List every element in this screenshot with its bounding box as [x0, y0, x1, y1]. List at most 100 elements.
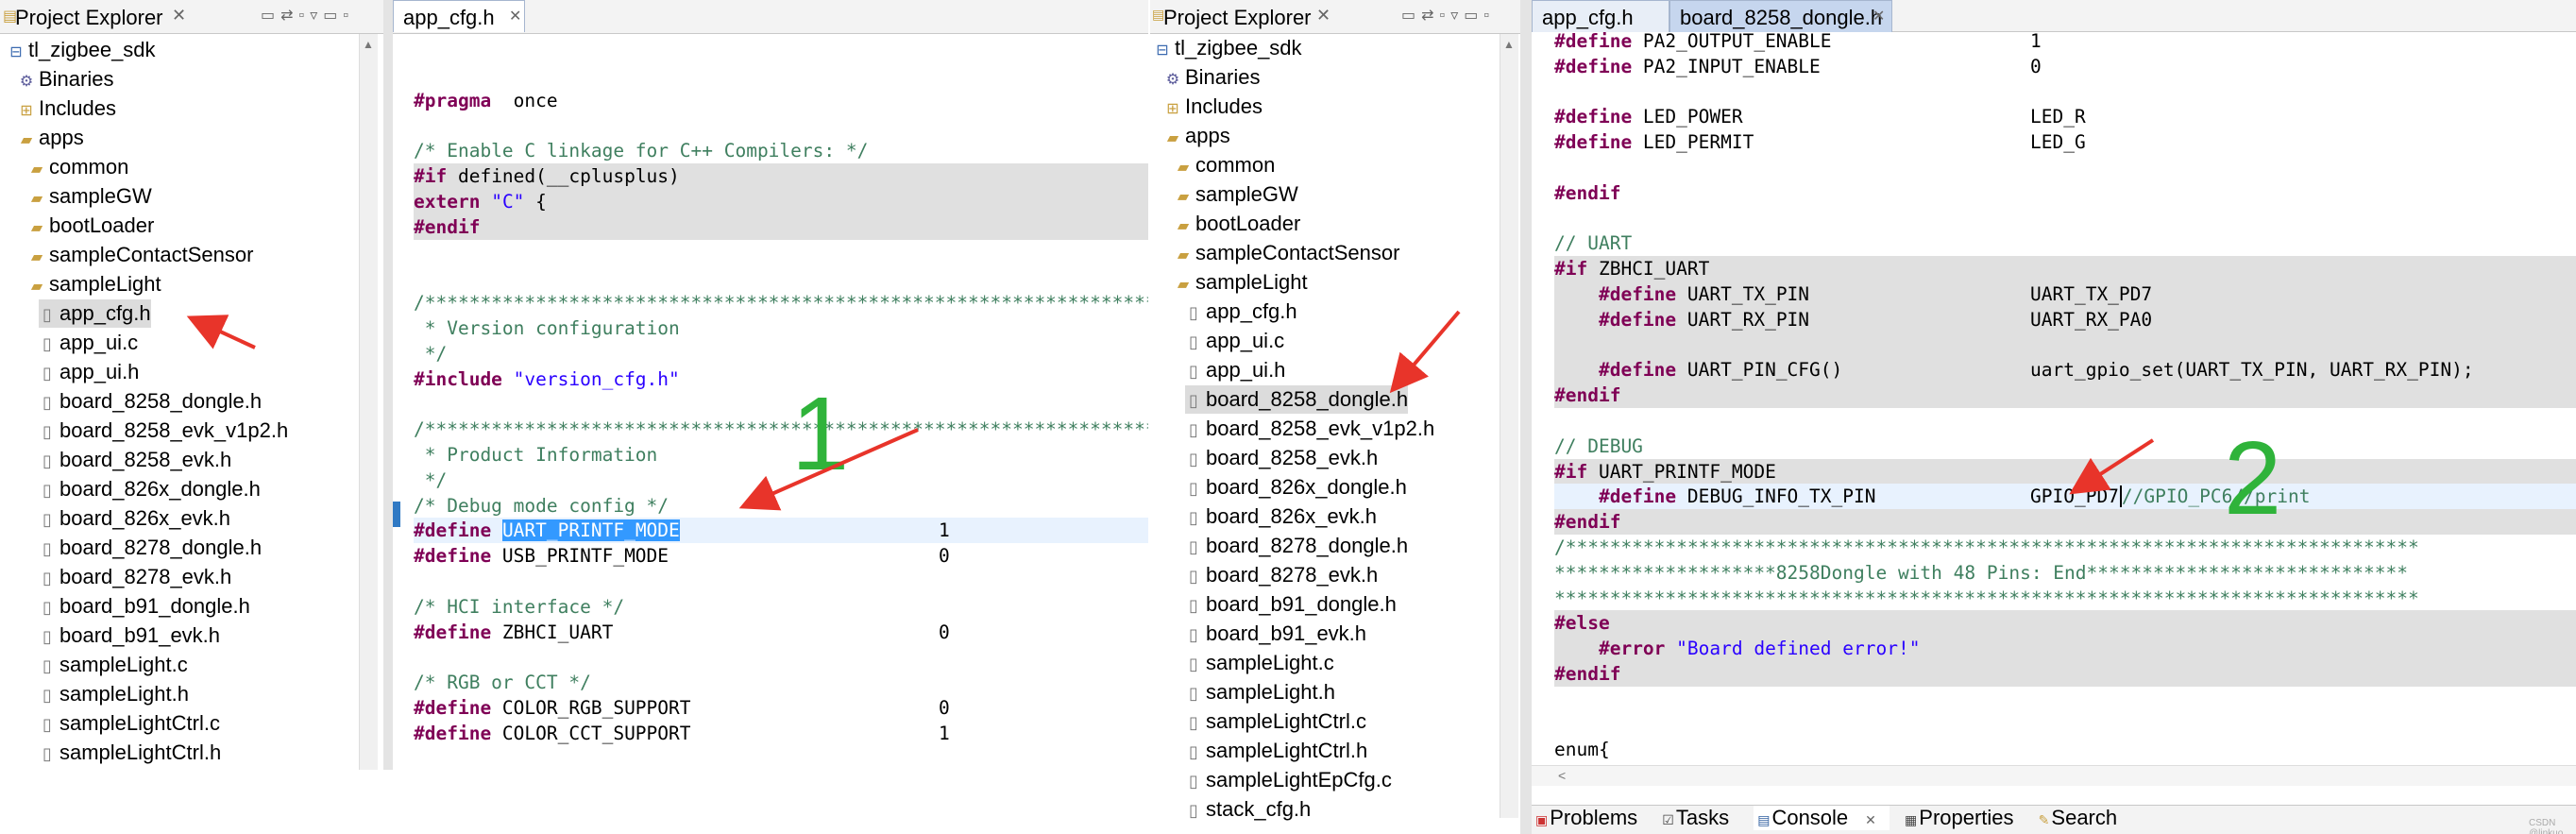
right-editor-tab-board-8258-dongle[interactable]: board_8258_dongle.h ✕: [1669, 0, 1892, 32]
tree-item[interactable]: ▯ board_8258_dongle.h: [1185, 385, 1409, 414]
tree-item[interactable]: ▯ sampleLight.h: [1185, 678, 1335, 706]
tree-item[interactable]: ▯ board_8278_evk.h: [39, 563, 231, 591]
tree-item[interactable]: ⚙ Binaries: [18, 65, 114, 94]
tree-item[interactable]: ▯ app_ui.h: [1185, 356, 1285, 384]
code-keyword: #endif: [414, 215, 481, 238]
tree-item[interactable]: ▰ apps: [1164, 122, 1230, 150]
scroll-left-icon[interactable]: <: [1558, 768, 1566, 783]
tree-item[interactable]: ▯ sampleLightEpCfg.c: [1185, 766, 1392, 794]
tree-item[interactable]: ▯ board_826x_evk.h: [39, 504, 230, 533]
tree-item[interactable]: ▯ board_8278_evk.h: [1185, 561, 1378, 589]
bottom-tab-properties[interactable]: ▦Properties: [1905, 806, 2024, 830]
tree-item[interactable]: ▰ sampleGW: [28, 182, 152, 211]
tree-item[interactable]: ▯ board_8258_evk_v1p2.h: [39, 417, 288, 445]
tree-item[interactable]: ▯ app_ui.h: [39, 358, 139, 386]
tree-item[interactable]: ▯ board_b91_evk.h: [39, 621, 220, 650]
header-file-icon: ▯: [42, 715, 52, 734]
code-line: #pragma once: [414, 88, 1148, 113]
close-icon[interactable]: ✕: [1873, 7, 1885, 26]
tree-item[interactable]: ▰ common: [1175, 151, 1276, 179]
bottom-tab-console[interactable]: ▤Console ✕: [1754, 806, 1890, 830]
tree-item[interactable]: ▯ board_8278_dongle.h: [1185, 532, 1408, 560]
right-code-editor[interactable]: #define PA2_OUTPUT_ENABLE 1 #define PA2_IN…: [1554, 28, 2576, 760]
tree-item[interactable]: ▯ board_826x_evk.h: [1185, 502, 1377, 531]
tree-item[interactable]: ▯ app_ui.c: [1185, 327, 1284, 355]
code-text: COLOR_RGB_SUPPORT: [491, 697, 691, 719]
tree-item[interactable]: ▯ board_826x_dongle.h: [1185, 473, 1407, 502]
scroll-up-icon[interactable]: ▲: [1503, 38, 1515, 51]
header-file-icon: ▯: [42, 744, 52, 763]
header-file-icon: ▯: [1189, 684, 1198, 703]
right-editor-tab-app-cfg[interactable]: app_cfg.h: [1532, 0, 1669, 32]
tree-item[interactable]: ▯ board_8258_evk.h: [1185, 444, 1378, 472]
tree-item[interactable]: ▯ sampleLightCtrl.h: [39, 739, 221, 767]
tree-item[interactable]: ▰ bootLoader: [28, 212, 154, 240]
tree-item[interactable]: ▯ sampleLight.c: [39, 651, 188, 679]
left-tree-scrollbar[interactable]: ▲: [359, 34, 378, 770]
tree-item[interactable]: ▯ stack_cfg.h: [1185, 795, 1311, 824]
tree-item[interactable]: ▯ board_8258_evk.h: [39, 446, 231, 474]
tree-item[interactable]: ⊞ Includes: [1164, 93, 1263, 121]
tree-item[interactable]: ▰ apps: [18, 124, 84, 152]
left-project-explorer-tab[interactable]: ▤ Project Explorer ✕ ▭⇄▫▿▭▫: [0, 0, 391, 34]
code-line: /* RGB or CCT */: [414, 670, 1148, 695]
tree-item[interactable]: ▯ sampleLightCtrl.c: [1185, 707, 1366, 736]
tree-item[interactable]: ▯ app_cfg.h: [1185, 298, 1297, 326]
tree-item[interactable]: ▯ board_8258_evk_v1p2.h: [1185, 415, 1434, 443]
tree-item[interactable]: ▯ sampleLightCtrl.h: [1185, 737, 1367, 765]
tree-item[interactable]: ▰ sampleContactSensor: [28, 241, 254, 269]
tree-item[interactable]: ▯ board_b91_evk.h: [1185, 620, 1366, 648]
bottom-tab-tasks[interactable]: ☑Tasks: [1662, 806, 1738, 830]
code-text: GPIO_PD7: [2030, 485, 2119, 508]
tree-item[interactable]: ▰ common: [28, 153, 129, 181]
tree-item[interactable]: ▯ sampleLight.h: [39, 680, 189, 708]
bottom-tab-search[interactable]: ✎Search: [2039, 806, 2127, 830]
tree-item[interactable]: ▯ board_8258_dongle.h: [39, 387, 262, 416]
tree-item[interactable]: ▰ sampleLight: [1175, 268, 1308, 297]
code-comment: /* RGB or CCT */: [414, 672, 591, 694]
code-text: UART_PIN_CFG(): [1676, 359, 1843, 382]
tree-item[interactable]: ▰ sampleContactSensor: [1175, 239, 1400, 267]
header-file-icon: ▯: [1189, 713, 1198, 732]
close-icon[interactable]: ✕: [509, 7, 521, 26]
code-keyword: #else: [1554, 612, 1610, 635]
tree-item[interactable]: ▯ sampleLight.c: [1185, 649, 1334, 677]
tree-item[interactable]: ⊞ Includes: [18, 94, 116, 123]
left-editor-gutter: [393, 34, 414, 770]
tree-item[interactable]: ▯ sampleLightCtrl.c: [39, 709, 220, 738]
tree-item-label: board_b91_evk.h: [1206, 621, 1367, 645]
tree-item[interactable]: ⊟ tl_zigbee_sdk: [1154, 34, 1301, 62]
includes-icon: ⊞: [1166, 101, 1179, 117]
tree-item[interactable]: ▰ sampleLight: [28, 270, 161, 298]
close-icon[interactable]: ✕: [1316, 6, 1330, 26]
tree-item[interactable]: ▰ sampleGW: [1175, 180, 1298, 209]
right-project-explorer-tab[interactable]: ▤ Project Explorer ✕ ▭⇄▫▿▭▫: [1150, 0, 1526, 34]
tree-item[interactable]: ▯ board_b91_dongle.h: [39, 592, 250, 621]
tree-item[interactable]: ⊟ tl_zigbee_sdk: [8, 36, 155, 64]
left-code-editor[interactable]: #pragma once /* Enable C linkage for C++ …: [414, 62, 1148, 770]
tree-item[interactable]: ▯ board_b91_dongle.h: [1185, 590, 1397, 619]
right-tree-scrollbar[interactable]: ▲: [1500, 34, 1518, 818]
tree-item[interactable]: ▯ board_8278_dongle.h: [39, 534, 262, 562]
code-comment: /***************************************…: [414, 292, 1148, 315]
code-line: #define UART_PRINTF_MODE 1: [414, 518, 1148, 544]
tree-item-label: app_cfg.h: [59, 301, 151, 325]
scroll-up-icon[interactable]: ▲: [363, 38, 374, 51]
right-editor-hscrollbar[interactable]: <: [1532, 765, 2576, 786]
tree-item[interactable]: ⚙ Binaries: [1164, 63, 1261, 92]
left-editor-tab-app-cfg[interactable]: app_cfg.h ✕: [393, 0, 525, 32]
folder-icon: ▰: [30, 191, 43, 207]
close-icon[interactable]: ✕: [1865, 812, 1876, 828]
tree-item[interactable]: ▯ board_826x_dongle.h: [39, 475, 261, 503]
tree-item[interactable]: ▯ app_ui.c: [39, 329, 138, 357]
tree-item[interactable]: ▰ bootLoader: [1175, 210, 1300, 238]
bottom-tab-problems[interactable]: ▣Problems: [1535, 806, 1647, 830]
view-toolbar-icons[interactable]: ▭⇄▫▿▭▫: [261, 6, 354, 25]
close-icon[interactable]: ✕: [172, 6, 186, 26]
tree-item[interactable]: ▯ app_cfg.h: [39, 299, 151, 328]
view-toolbar-icons[interactable]: ▭⇄▫▿▭▫: [1401, 6, 1495, 25]
